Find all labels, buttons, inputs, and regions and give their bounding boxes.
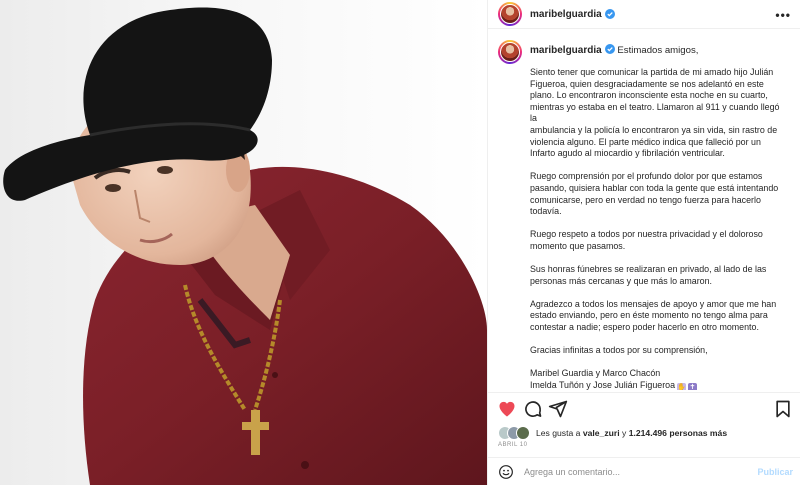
- caption-line: personas más cercanas y que más lo amaro…: [530, 275, 713, 286]
- likes-prefix: Les gusta a: [536, 428, 581, 438]
- caption-line: Ruego respeto a todos por nuestra privac…: [530, 229, 763, 240]
- caption-paragraph: Sus honras fúnebres se realizaran en pri…: [530, 264, 796, 287]
- liker-avatars: [498, 426, 532, 440]
- emoji-icon[interactable]: [498, 464, 514, 480]
- likes-text: Les gusta a vale_zuri y 1.214.496 person…: [536, 428, 727, 438]
- portrait-illustration: [3, 7, 487, 485]
- caption-line: violencia alguno. El parte médico indica…: [530, 136, 761, 147]
- caption-paragraph: Ruego respeto a todos por nuestra privac…: [530, 229, 796, 252]
- likes-summary[interactable]: Les gusta a vale_zuri y 1.214.496 person…: [498, 425, 727, 441]
- avatar: [516, 426, 530, 440]
- save-icon[interactable]: [773, 399, 793, 419]
- action-bar: [488, 392, 800, 424]
- caption-line: plano. Lo encontraron inconsciente esta …: [530, 90, 768, 101]
- comment-icon[interactable]: [523, 399, 543, 419]
- caption-line: Agradezco a todos los mensajes de apoyo …: [530, 298, 777, 309]
- caption-username[interactable]: maribelguardia: [530, 45, 602, 56]
- caption-first-line: maribelguardia Estimados amigos,: [530, 44, 698, 56]
- caption-line: momento que pasamos.: [530, 240, 626, 251]
- post-date[interactable]: ABRIL 10: [498, 442, 527, 448]
- caption-line: mientras yo estaba en el teatro. Llamaro…: [530, 101, 780, 112]
- caption-line: Gracias infinitas a todos por su compren…: [530, 345, 708, 356]
- caption-paragraph: Gracias infinitas a todos por su compren…: [530, 345, 796, 357]
- post-comment-button[interactable]: Publicar: [757, 467, 793, 477]
- caption-signature: Maribel Guardia y Marco Chacón Imelda Tu…: [530, 368, 796, 390]
- caption-line: contestar a nadie; espero poder hacerlo …: [530, 322, 759, 333]
- likes-count[interactable]: 1.214.496 personas más: [629, 428, 727, 438]
- post-header: maribelguardia •••: [488, 0, 800, 29]
- caption-line: todavía.: [530, 206, 562, 217]
- caption-paragraph: Agradezco a todos los mensajes de apoyo …: [530, 299, 796, 334]
- likes-connector: y: [622, 428, 627, 438]
- praying-hands-emoji-icon: ✋: [677, 383, 687, 390]
- caption-line: comunicarse, pero en verdad no tengo fue…: [530, 194, 761, 205]
- comment-input[interactable]: [524, 466, 744, 477]
- caption-header: maribelguardia Estimados amigos,: [498, 40, 698, 64]
- post-sidebar: maribelguardia ••• maribelguardia Estima…: [487, 0, 800, 485]
- verified-badge-icon: [604, 9, 615, 19]
- caption-line: Infarto agudo al miocardio y fibrilación…: [530, 148, 725, 159]
- signature-text: Imelda Tuñón y Jose Julián Figueroa: [530, 380, 676, 390]
- verified-badge-icon: [604, 44, 615, 54]
- caption-author-avatar[interactable]: [498, 40, 522, 64]
- caption-greeting: Estimados amigos,: [617, 45, 699, 56]
- author-username[interactable]: maribelguardia: [530, 9, 602, 20]
- heart-icon[interactable]: [497, 399, 517, 419]
- latin-cross-emoji-icon: ✝: [688, 383, 698, 390]
- caption-line: pasando, quisiera hablar con toda la gen…: [530, 182, 779, 193]
- more-options-icon[interactable]: •••: [775, 8, 791, 22]
- liker-username[interactable]: vale_zuri: [583, 428, 620, 438]
- caption-scroll-area[interactable]: maribelguardia Estimados amigos, Siento …: [488, 30, 800, 390]
- caption-paragraph: Siento tener que comunicar la partida de…: [530, 67, 796, 160]
- caption-line: Sus honras fúnebres se realizaran en pri…: [530, 264, 767, 275]
- share-icon[interactable]: [548, 399, 568, 419]
- caption-body: Siento tener que comunicar la partida de…: [530, 67, 796, 390]
- caption-line: ambulancia y la policía lo encontraron y…: [530, 124, 778, 135]
- caption-paragraph: Ruego comprensión por el profundo dolor …: [530, 171, 796, 217]
- caption-line: Ruego comprensión por el profundo dolor …: [530, 171, 763, 182]
- signature-line: Maribel Guardia y Marco Chacón: [530, 368, 661, 379]
- caption-line: Figueroa, quien desgraciadamente se nos …: [530, 78, 764, 89]
- author-avatar[interactable]: [498, 2, 522, 26]
- comment-composer: Publicar: [488, 457, 800, 485]
- caption-line: Siento tener que comunicar la partida de…: [530, 67, 774, 77]
- post-photo[interactable]: [0, 0, 487, 485]
- caption-line: estado enviando, pero en éste momento no…: [530, 310, 768, 321]
- signature-line-with-emoji: Imelda Tuñón y Jose Julián Figueroa ✋ ✝: [530, 380, 796, 390]
- caption-line: la: [530, 113, 537, 124]
